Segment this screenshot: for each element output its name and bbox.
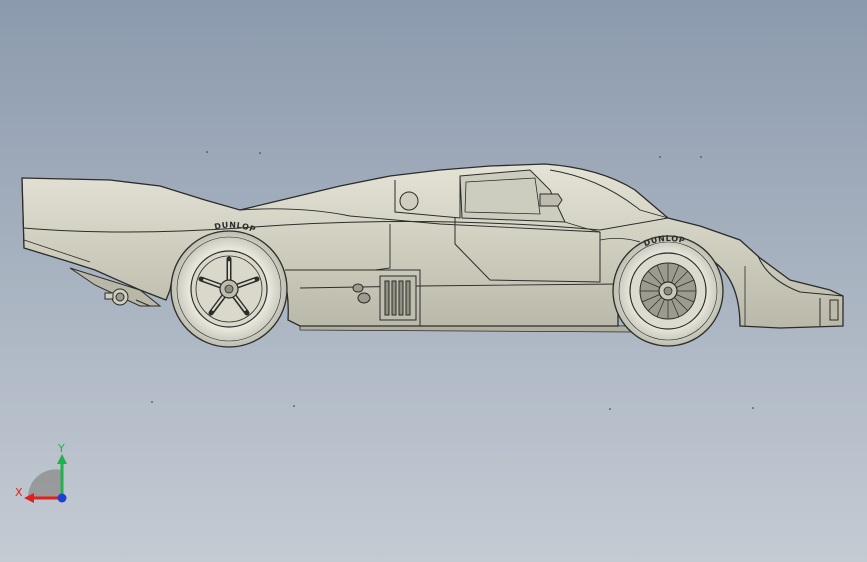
view-orientation-triad: Y X bbox=[15, 442, 67, 503]
side-vent-grille bbox=[379, 275, 417, 321]
x-axis-label: X bbox=[15, 486, 23, 499]
graphics-viewport[interactable]: DUNLOP DUNLOP Y X bbox=[0, 0, 867, 562]
front-air-intake bbox=[829, 299, 839, 321]
z-axis-dot bbox=[57, 493, 67, 503]
fuel-filler-cap bbox=[399, 191, 419, 211]
car-model[interactable]: DUNLOP DUNLOP bbox=[0, 0, 867, 562]
y-axis-label: Y bbox=[57, 442, 65, 455]
side-mirror bbox=[539, 193, 563, 207]
